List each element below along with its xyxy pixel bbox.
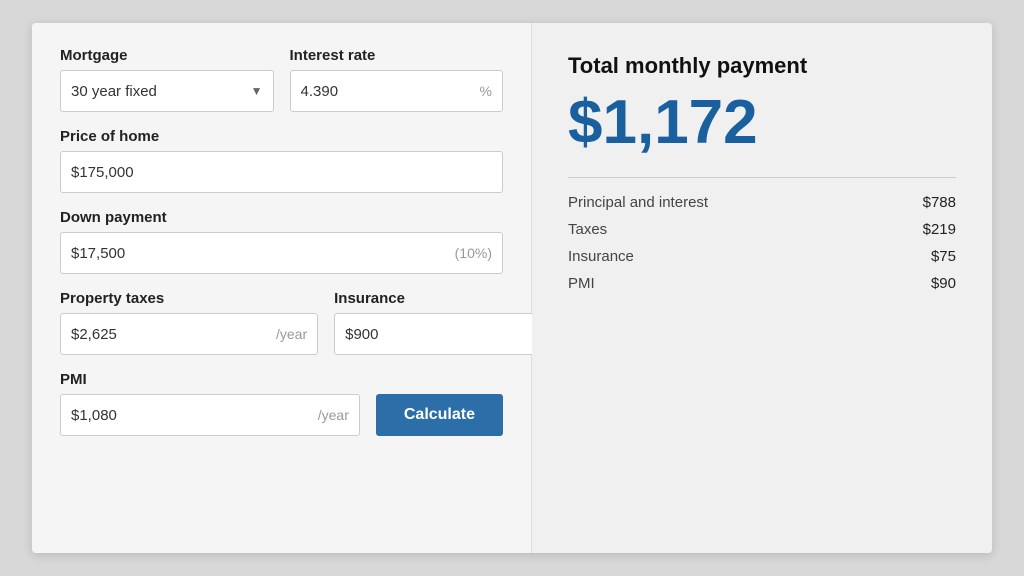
mortgage-label: Mortgage: [60, 47, 274, 64]
calculate-button[interactable]: Calculate: [376, 394, 503, 436]
price-of-home-label: Price of home: [60, 128, 503, 145]
price-of-home-input[interactable]: [71, 164, 492, 181]
down-payment-input[interactable]: [71, 245, 455, 262]
breakdown-value-taxes: $219: [923, 221, 956, 238]
down-payment-label: Down payment: [60, 209, 503, 226]
pmi-wrapper: /year: [60, 394, 360, 436]
property-taxes-suffix: /year: [276, 326, 307, 342]
pmi-calculate-row: PMI /year Calculate: [60, 371, 503, 436]
total-amount: $1,172: [568, 89, 956, 157]
interest-rate-field-group: Interest rate %: [290, 47, 504, 112]
divider: [568, 177, 956, 178]
down-payment-section: Down payment (10%): [60, 209, 503, 274]
breakdown-value-pmi: $90: [931, 275, 956, 292]
breakdown-row-principal: Principal and interest $788: [568, 194, 956, 211]
left-panel: Mortgage 30 year fixed 15 year fixed 5/1…: [32, 23, 532, 553]
right-panel: Total monthly payment $1,172 Principal a…: [532, 23, 992, 553]
pmi-label: PMI: [60, 371, 360, 388]
pmi-suffix: /year: [318, 407, 349, 423]
down-payment-percent: (10%): [455, 245, 492, 261]
mortgage-field-group: Mortgage 30 year fixed 15 year fixed 5/1…: [60, 47, 274, 112]
property-taxes-input[interactable]: [71, 326, 270, 343]
breakdown-value-insurance: $75: [931, 248, 956, 265]
mortgage-select[interactable]: 30 year fixed 15 year fixed 5/1 ARM: [71, 83, 247, 100]
insurance-input[interactable]: [345, 326, 544, 343]
breakdown-row-pmi: PMI $90: [568, 275, 956, 292]
price-of-home-wrapper: [60, 151, 503, 193]
breakdown-row-taxes: Taxes $219: [568, 221, 956, 238]
mortgage-select-wrapper[interactable]: 30 year fixed 15 year fixed 5/1 ARM ▼: [60, 70, 274, 112]
breakdown-value-principal: $788: [923, 194, 956, 211]
price-of-home-section: Price of home: [60, 128, 503, 193]
interest-rate-label: Interest rate: [290, 47, 504, 64]
interest-rate-wrapper: %: [290, 70, 504, 112]
breakdown-label-principal: Principal and interest: [568, 194, 708, 211]
breakdown-row-insurance: Insurance $75: [568, 248, 956, 265]
interest-rate-suffix: %: [480, 83, 492, 99]
down-payment-wrapper: (10%): [60, 232, 503, 274]
total-monthly-label: Total monthly payment: [568, 53, 956, 79]
interest-rate-input[interactable]: [301, 83, 474, 100]
calculator-container: Mortgage 30 year fixed 15 year fixed 5/1…: [32, 23, 992, 553]
pmi-input[interactable]: [71, 407, 312, 424]
property-taxes-label: Property taxes: [60, 290, 318, 307]
breakdown-label-pmi: PMI: [568, 275, 595, 292]
property-taxes-field-group: Property taxes /year: [60, 290, 318, 355]
chevron-down-icon: ▼: [251, 84, 263, 98]
breakdown-list: Principal and interest $788 Taxes $219 I…: [568, 194, 956, 292]
mortgage-interest-row: Mortgage 30 year fixed 15 year fixed 5/1…: [60, 47, 503, 112]
breakdown-label-taxes: Taxes: [568, 221, 607, 238]
property-taxes-wrapper: /year: [60, 313, 318, 355]
breakdown-label-insurance: Insurance: [568, 248, 634, 265]
taxes-insurance-row: Property taxes /year Insurance /year: [60, 290, 503, 355]
pmi-field-group: PMI /year: [60, 371, 360, 436]
